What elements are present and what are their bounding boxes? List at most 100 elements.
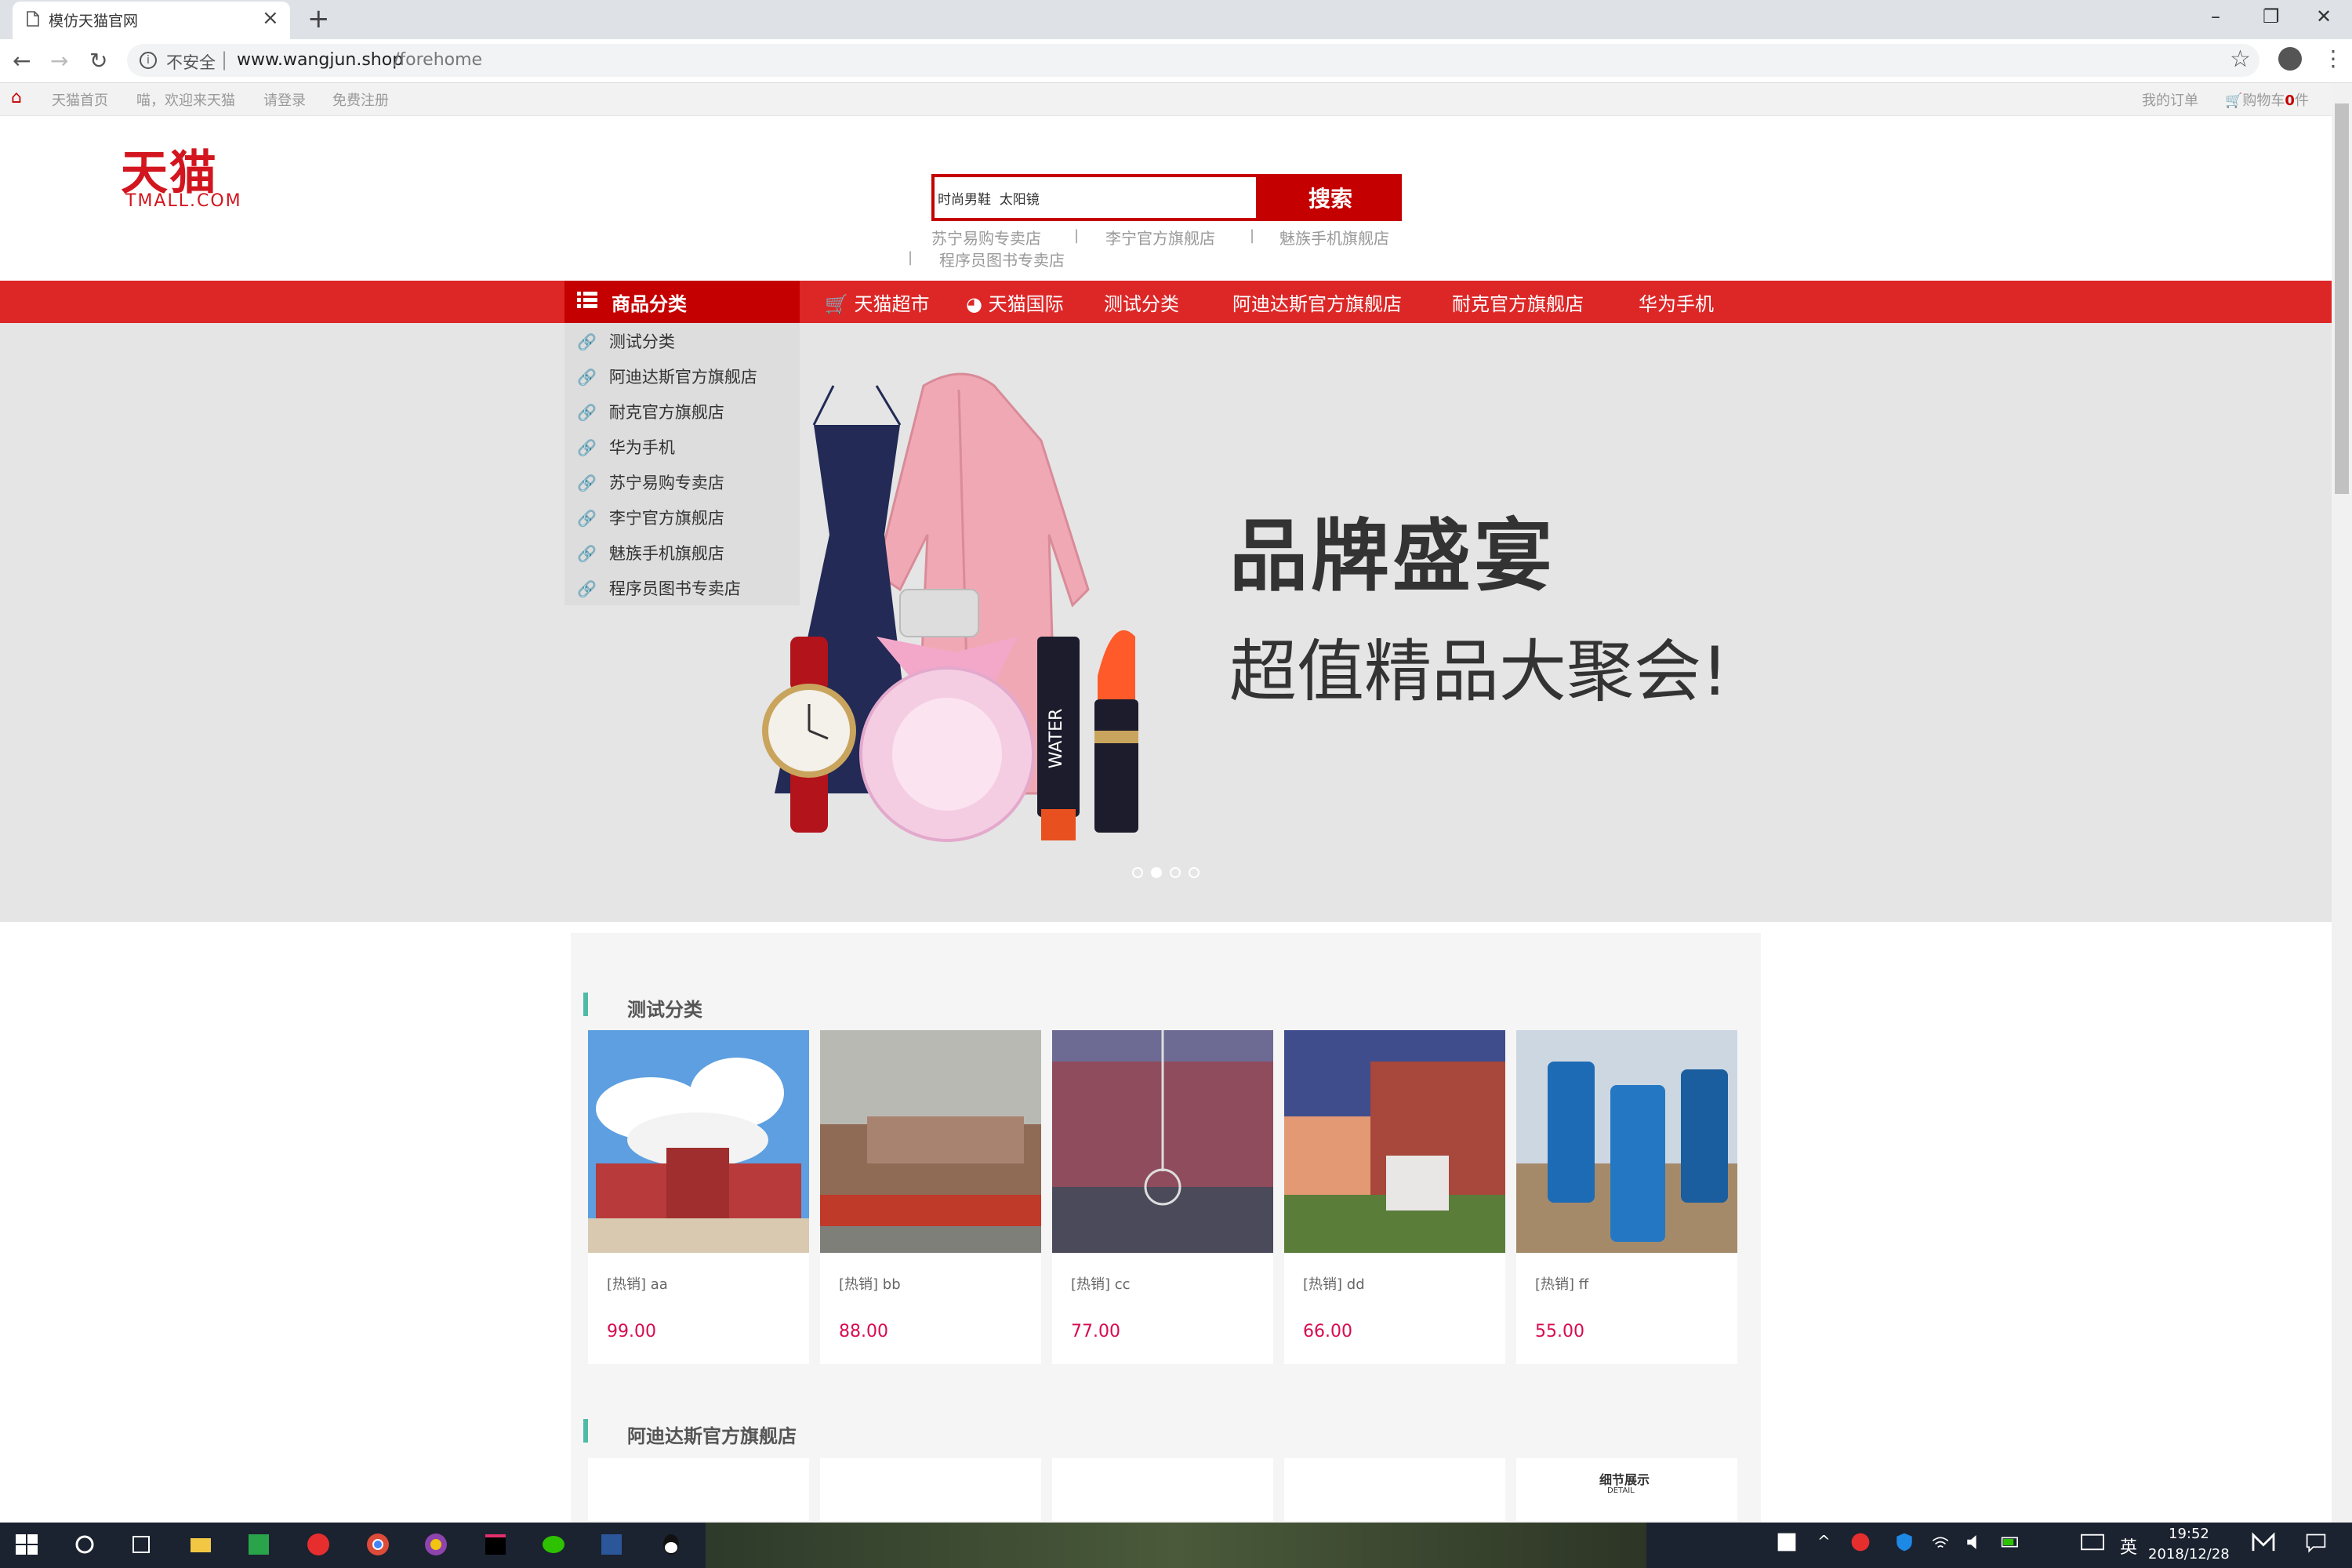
product-card[interactable]	[1516, 1030, 1737, 1364]
tray-expand-icon[interactable]: ^	[1817, 1532, 1831, 1551]
taskbar-wallpaper	[706, 1523, 1646, 1568]
hot-link[interactable]: 程序员图书专卖店	[939, 248, 1065, 270]
tray-app-icon[interactable]	[1777, 1532, 1797, 1552]
category-link[interactable]: 🔗 华为手机	[577, 435, 675, 459]
task-view-icon[interactable]	[129, 1532, 154, 1557]
category-link[interactable]: 🔗 耐克官方旗舰店	[577, 400, 724, 423]
minimize-button[interactable]: –	[2211, 5, 2220, 28]
product-price: 55.00	[1535, 1322, 1584, 1341]
category-link[interactable]: 🔗 苏宁易购专卖店	[577, 470, 724, 494]
category-link[interactable]: 🔗 魅族手机旗舰店	[577, 541, 724, 564]
keyboard-icon[interactable]	[2081, 1532, 2104, 1552]
wechat-icon[interactable]	[541, 1532, 566, 1557]
chrome-icon[interactable]	[365, 1532, 390, 1557]
info-icon[interactable]: i	[140, 52, 157, 69]
notification-icon[interactable]	[2305, 1532, 2327, 1554]
category-link[interactable]: 🔗 李宁官方旗舰店	[577, 506, 724, 529]
battery-icon[interactable]	[2001, 1532, 2021, 1552]
nav-nike[interactable]: 耐克官方旗舰店	[1452, 289, 1584, 316]
carousel-dot[interactable]	[1189, 867, 1200, 878]
category-label: 程序员图书专卖店	[608, 579, 741, 598]
register-link[interactable]: 免费注册	[332, 89, 389, 110]
hot-link[interactable]: 魅族手机旗舰店	[1279, 226, 1389, 249]
product-card[interactable]	[1052, 1030, 1273, 1364]
wifi-icon[interactable]	[1930, 1532, 1951, 1552]
reload-button[interactable]: ↻	[89, 47, 107, 75]
cart-suffix: 件	[2294, 93, 2309, 109]
product-card[interactable]	[588, 1030, 809, 1364]
product-name[interactable]: [热销] bb	[839, 1273, 901, 1294]
product-name[interactable]: [热销] ff	[1535, 1273, 1588, 1294]
url-path[interactable]: /forehome	[394, 50, 482, 70]
forward-button[interactable]: →	[50, 47, 68, 75]
product-card[interactable]	[1284, 1458, 1505, 1521]
bookmark-star-icon[interactable]: ☆	[2230, 45, 2251, 73]
carousel-dot[interactable]	[1170, 867, 1181, 878]
spreadsheet-app-icon[interactable]	[246, 1532, 271, 1557]
carousel-dot-active[interactable]	[1151, 867, 1162, 878]
word-icon[interactable]	[599, 1532, 624, 1557]
carousel-dot[interactable]	[1132, 867, 1143, 878]
login-link[interactable]: 请登录	[263, 89, 306, 110]
product-card[interactable]	[820, 1458, 1041, 1521]
window-close-button[interactable]: ✕	[2316, 5, 2332, 28]
product-card[interactable]	[1052, 1458, 1273, 1521]
scrollbar-thumb[interactable]	[2335, 103, 2349, 494]
nav-supermarket[interactable]: 🛒 天猫超市	[825, 289, 930, 316]
profile-icon[interactable]	[2278, 47, 2302, 71]
clock-date[interactable]: 2018/12/28	[2148, 1546, 2230, 1563]
windows-start-icon[interactable]	[14, 1532, 39, 1557]
new-tab-button[interactable]: +	[307, 3, 330, 34]
home-link[interactable]: 天猫首页	[52, 89, 108, 110]
home-icon[interactable]: ⌂	[11, 88, 22, 107]
intellij-icon[interactable]	[483, 1532, 508, 1557]
hot-link[interactable]: 苏宁易购专卖店	[931, 226, 1041, 249]
product-name[interactable]: [热销] dd	[1303, 1273, 1365, 1294]
my-orders-link[interactable]: 我的订单	[2142, 89, 2198, 110]
url-host[interactable]: www.wangjun.shop	[237, 50, 403, 70]
clock-time[interactable]: 19:52	[2169, 1526, 2209, 1542]
product-name[interactable]: [热销] cc	[1071, 1273, 1131, 1294]
category-link[interactable]: 🔗 测试分类	[577, 329, 675, 353]
app-m-icon[interactable]	[2252, 1532, 2275, 1552]
search-input[interactable]	[936, 179, 1253, 216]
banner-title: 品牌盛宴	[1229, 510, 1555, 602]
category-link[interactable]: 🔗 程序员图书专卖店	[577, 576, 741, 600]
logo-subtext[interactable]: TMALL.COM	[125, 191, 242, 211]
nav-test-category[interactable]: 测试分类	[1104, 289, 1179, 316]
product-card[interactable]	[1284, 1030, 1505, 1364]
nav-label: 天猫国际	[988, 293, 1064, 315]
banner-products-image: WATER	[762, 372, 1138, 842]
qq-icon[interactable]	[659, 1532, 684, 1557]
category-link[interactable]: 🔗 阿迪达斯官方旗舰店	[577, 365, 757, 388]
restore-button[interactable]: ❐	[2263, 5, 2280, 28]
back-button[interactable]: ←	[13, 47, 31, 75]
product-card[interactable]	[820, 1030, 1041, 1364]
nav-adidas[interactable]: 阿迪达斯官方旗舰店	[1232, 289, 1402, 316]
cart-icon: 🛒	[825, 293, 848, 315]
product-card[interactable]	[588, 1458, 809, 1521]
link-icon: 🔗	[577, 438, 597, 457]
tray-shield-icon[interactable]	[1894, 1532, 1915, 1552]
tray-music-icon[interactable]	[1850, 1532, 1871, 1552]
product-price: 66.00	[1303, 1322, 1352, 1341]
nav-huawei[interactable]: 华为手机	[1639, 289, 1714, 316]
search-button[interactable]: 搜索	[1259, 174, 1402, 221]
nav-international[interactable]: ◕ 天猫国际	[966, 289, 1064, 316]
ime-indicator[interactable]: 英	[2120, 1534, 2137, 1559]
music-app-icon[interactable]	[306, 1532, 331, 1557]
photo-app-icon[interactable]	[423, 1532, 448, 1557]
product-image	[1516, 1030, 1737, 1253]
tab-close-icon[interactable]: ×	[262, 6, 279, 30]
volume-icon[interactable]	[1965, 1532, 1985, 1552]
section-title: 阿迪达斯官方旗舰店	[627, 1425, 797, 1447]
search-icon[interactable]	[72, 1532, 97, 1557]
product-name[interactable]: [热销] aa	[607, 1273, 668, 1294]
link-icon: 🔗	[577, 509, 597, 528]
browser-menu-icon[interactable]: ⋮	[2322, 47, 2344, 71]
security-label[interactable]: 不安全	[166, 50, 216, 74]
link-icon: 🔗	[577, 544, 597, 563]
file-explorer-icon[interactable]	[188, 1532, 213, 1557]
cart-link[interactable]: 🛒购物车0件	[2225, 89, 2309, 110]
hot-link[interactable]: 李宁官方旗舰店	[1105, 226, 1215, 249]
